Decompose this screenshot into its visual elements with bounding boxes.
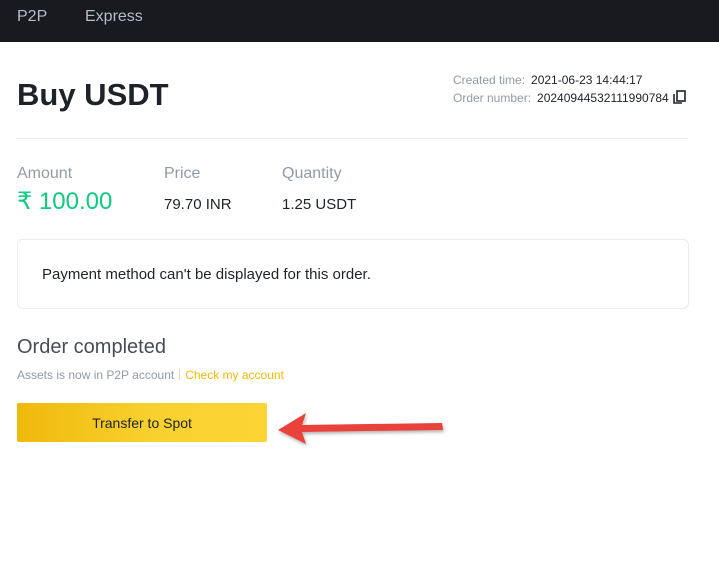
order-status-subtitle: Assets is now in P2P account Check my acc…	[17, 368, 284, 382]
price-value: 79.70 INR	[164, 196, 232, 213]
created-time-value: 2021-06-23 14:44:17	[531, 73, 643, 87]
separator	[179, 369, 181, 380]
page-title: Buy USDT	[17, 77, 169, 112]
created-time: Created time: 2021-06-23 14:44:17	[453, 73, 642, 87]
quantity-label: Quantity	[282, 165, 342, 182]
created-time-label: Created time:	[453, 73, 526, 87]
price-label: Price	[164, 165, 201, 182]
top-nav-bar: P2P Express	[0, 0, 719, 42]
payment-method-box: Payment method can't be displayed for th…	[17, 239, 689, 309]
order-number-value: 20240944532111990784	[537, 91, 669, 105]
check-my-account-link[interactable]: Check my account	[185, 368, 284, 382]
nav-tab-express[interactable]: Express	[85, 8, 143, 26]
assets-location-text: Assets is now in P2P account	[17, 368, 175, 382]
transfer-to-spot-button[interactable]: Transfer to Spot	[17, 403, 267, 442]
order-number-label: Order number:	[453, 91, 532, 105]
header-divider	[17, 138, 688, 139]
amount-label: Amount	[17, 165, 73, 182]
nav-tab-p2p[interactable]: P2P	[17, 8, 47, 26]
red-arrow-annotation-icon	[278, 413, 443, 444]
amount-value: ₹ 100.00	[17, 188, 113, 215]
payment-method-message: Payment method can't be displayed for th…	[42, 266, 371, 283]
order-number: Order number: 20240944532111990784	[453, 91, 669, 105]
quantity-value: 1.25 USDT	[282, 196, 357, 213]
order-status-title: Order completed	[17, 336, 166, 358]
copy-icon[interactable]	[673, 90, 686, 104]
